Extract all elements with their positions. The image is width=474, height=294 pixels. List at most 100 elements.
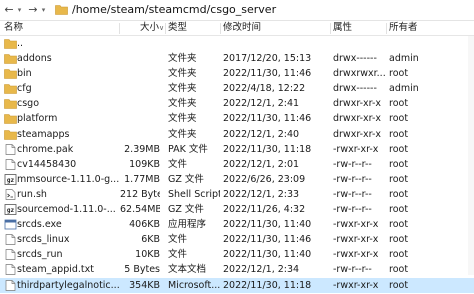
file-owner — [389, 36, 439, 51]
file-attributes: drwxr-xr-x — [333, 128, 382, 140]
column-divider[interactable] — [119, 23, 120, 34]
file-modified: 2022/4/18, 12:22 — [223, 83, 306, 95]
file-row[interactable]: thirdpartylegalnotic... 354KB Microsoft...… — [0, 277, 474, 293]
file-owner: root — [389, 249, 409, 261]
file-owner: root — [389, 234, 409, 246]
forward-arrow-icon[interactable]: → — [26, 3, 40, 17]
file-row[interactable]: cfg 文件夹 2022/4/18, 12:22 drwx------ admin — [0, 81, 474, 96]
file-attributes: -rw-r--r-- — [333, 158, 372, 170]
file-row[interactable]: cv14458430 109KB 文件 2022/12/1, 2:01 -rw-r--r… — [0, 157, 474, 172]
column-divider[interactable] — [386, 23, 387, 34]
column-header-row: 名称 大小 ∨ 类型 修改时间 属性 所有者 — [0, 21, 474, 36]
file-attributes: -rwxr-xr-x — [333, 143, 379, 155]
file-size: 1.77MB — [124, 173, 160, 185]
forward-history-dropdown-icon[interactable]: ▾ — [39, 3, 48, 17]
file-size — [120, 96, 160, 111]
file-attributes: -rw-r--r-- — [333, 188, 372, 200]
path-input[interactable]: /home/steam/steamcmd/csgo_server — [72, 3, 276, 17]
file-size — [120, 66, 160, 81]
file-owner: root — [389, 158, 409, 170]
file-owner: root — [389, 143, 409, 155]
document-icon — [4, 234, 17, 246]
file-attributes: -rw-r--r-- — [333, 204, 372, 216]
file-type: 文件夹 — [168, 98, 197, 110]
file-row[interactable]: gz mmsource-1.11.0-g... 1.77MB GZ 文件 2022/6/… — [0, 172, 474, 187]
file-row[interactable]: steamapps 文件夹 2022/12/1, 2:40 drwxr-xr-x roo… — [0, 127, 474, 142]
column-header-attributes[interactable]: 属性 — [333, 21, 352, 35]
file-row[interactable]: srcds_run 10KB 文件 2022/11/30, 11:40 -rwxr-xr… — [0, 247, 474, 262]
file-row[interactable]: csgo 文件夹 2022/12/1, 2:41 drwxr-xr-x root — [0, 96, 474, 111]
script-icon — [4, 189, 17, 200]
column-divider[interactable] — [165, 23, 166, 34]
file-type: 文件 — [168, 249, 188, 261]
file-modified: 2022/6/26, 23:09 — [223, 173, 306, 185]
column-header-size[interactable]: 大小 — [140, 21, 159, 35]
file-type: 文件 — [168, 234, 188, 246]
back-arrow-icon[interactable]: ← — [2, 3, 16, 17]
file-row[interactable]: srcds_linux 6KB 文件 2022/11/30, 11:46 -rwxr-x… — [0, 232, 474, 247]
file-modified: 2022/11/30, 11:40 — [223, 219, 312, 231]
file-name: cfg — [17, 83, 32, 95]
file-row[interactable]: platform 文件夹 2022/11/30, 11:46 drwxr-xr-x ro… — [0, 111, 474, 126]
file-name: steam_appid.txt — [17, 264, 94, 276]
file-row[interactable]: run.sh 212 Bytes Shell Script2022/12/1, 2:… — [0, 187, 474, 202]
folder-icon — [4, 98, 17, 110]
file-list: .. addons 文件夹 2017/12/20, 15:13 drwx------ ad… — [0, 36, 474, 293]
file-row[interactable]: srcds.exe 406KB 应用程序 2022/11/30, 11:40 -rwxr… — [0, 217, 474, 232]
file-owner: root — [389, 68, 409, 80]
file-name: cv14458430 — [17, 158, 77, 170]
file-type: Microsoft... — [168, 279, 220, 291]
file-modified: 2022/11/30, 11:18 — [223, 143, 312, 155]
file-name: addons — [17, 53, 52, 65]
file-modified: 2022/12/1, 2:01 — [223, 158, 300, 170]
column-divider[interactable] — [220, 23, 221, 34]
file-size: 62.54MB — [120, 204, 160, 216]
file-name: bin — [17, 68, 32, 80]
gz-archive-icon: gz — [4, 204, 17, 215]
file-size: 6KB — [141, 234, 160, 246]
file-name: srcds.exe — [17, 219, 62, 231]
file-row[interactable]: bin 文件夹 2022/11/30, 11:46 drwxrwxr... root — [0, 66, 474, 81]
file-type: 文本文档 — [168, 264, 207, 276]
document-icon — [4, 143, 17, 155]
file-attributes: drwx------ — [333, 83, 377, 95]
file-row[interactable]: .. — [0, 36, 474, 51]
file-name: srcds_linux — [17, 234, 70, 246]
gz-archive-icon: gz — [4, 173, 17, 185]
vertical-scrollbar[interactable] — [468, 36, 474, 275]
file-attributes: -rwxr-xr-x — [333, 234, 379, 246]
column-header-modified[interactable]: 修改时间 — [223, 21, 261, 35]
file-owner: root — [389, 204, 409, 216]
file-size — [120, 51, 160, 66]
file-modified: 2022/12/1, 2:34 — [223, 264, 300, 276]
file-type: GZ 文件 — [168, 204, 204, 216]
file-row[interactable]: steam_appid.txt 5 Bytes 文本文档 2022/12/1, 2:3… — [0, 262, 474, 277]
file-attributes: drwxrwxr... — [333, 68, 386, 80]
file-type: 应用程序 — [168, 219, 207, 231]
file-owner: root — [389, 98, 409, 110]
file-size: 354KB — [129, 279, 160, 291]
file-type: 文件夹 — [168, 128, 197, 140]
file-modified: 2022/11/30, 11:46 — [223, 68, 312, 80]
file-owner: root — [389, 219, 409, 231]
file-type: 文件 — [168, 158, 188, 170]
file-attributes: drwxr-xr-x — [333, 98, 382, 110]
column-header-name[interactable]: 名称 — [4, 21, 23, 35]
file-modified: 2017/12/20, 15:13 — [223, 53, 312, 65]
column-header-type[interactable]: 类型 — [168, 21, 187, 35]
folder-icon — [4, 53, 17, 64]
file-modified: 2022/12/1, 2:33 — [223, 188, 300, 200]
file-size — [120, 111, 160, 126]
back-history-dropdown-icon[interactable]: ▾ — [15, 3, 24, 17]
file-type: 文件夹 — [168, 53, 197, 65]
column-divider[interactable] — [330, 23, 331, 34]
file-owner: root — [389, 188, 409, 200]
file-type: Shell Script — [168, 188, 220, 200]
file-name: mmsource-1.11.0-g... — [17, 173, 120, 185]
file-attributes: -rwxr-xr-x — [333, 219, 379, 231]
column-header-owner[interactable]: 所有者 — [389, 21, 418, 35]
file-row[interactable]: chrome.pak 2.39MB PAK 文件 2022/11/30, 11:18 -… — [0, 142, 474, 157]
file-row[interactable]: gz sourcemod-1.11.0-... 62.54MB GZ 文件 2022/1… — [0, 202, 474, 217]
file-attributes: -rwxr-xr-x — [333, 279, 379, 291]
file-row[interactable]: addons 文件夹 2017/12/20, 15:13 drwx------ admi… — [0, 51, 474, 66]
